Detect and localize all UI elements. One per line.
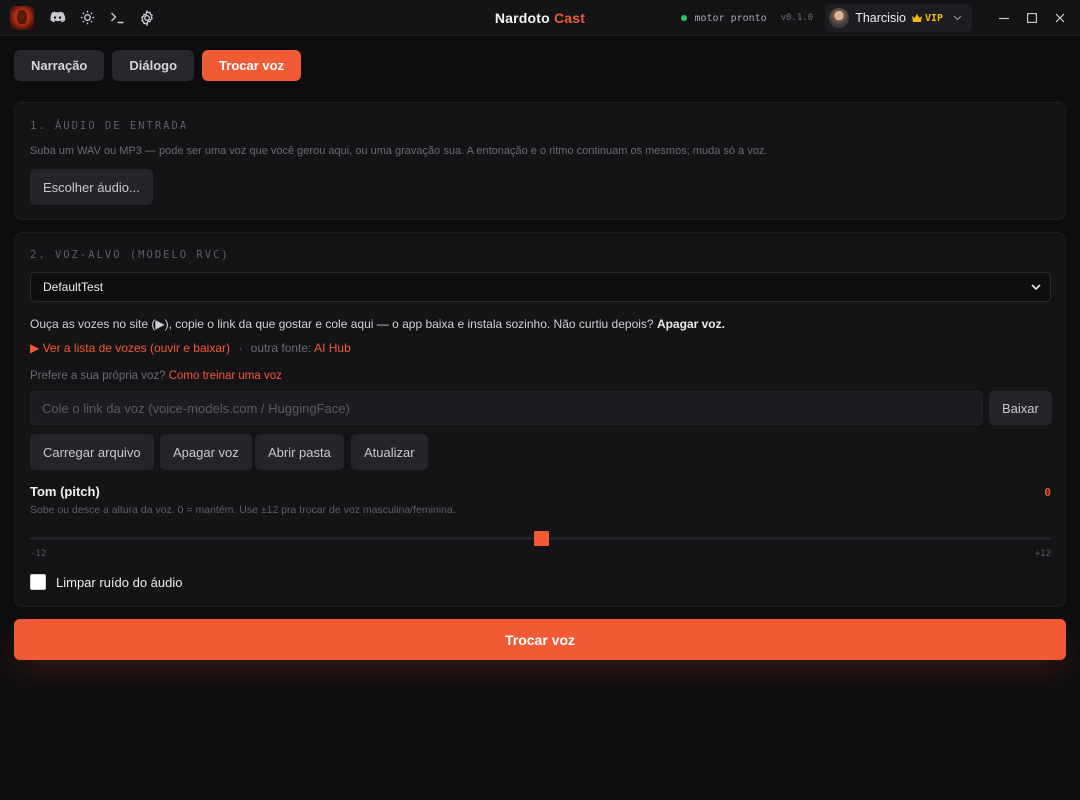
target-voice-card: 2. VOZ-ALVO (MODELO RVC) DefaultTest Ouç…	[14, 232, 1066, 607]
voice-model-selected: DefaultTest	[43, 280, 104, 294]
pitch-min-label: -12	[30, 549, 47, 559]
tab-trocar-voz[interactable]: Trocar voz	[202, 50, 302, 81]
engine-status-text: motor pronto	[694, 12, 767, 24]
pitch-hint: Sobe ou desce a altura da voz. 0 = manté…	[30, 504, 456, 516]
crown-icon	[911, 14, 922, 22]
open-folder-button[interactable]: Abrir pasta	[255, 434, 344, 470]
denoise-checkbox[interactable]	[30, 574, 46, 590]
user-name: Tharcisio	[855, 11, 906, 25]
delete-voice-button[interactable]: Apagar voz	[160, 434, 252, 470]
close-icon	[1055, 13, 1065, 23]
input-audio-description: Suba um WAV ou MP3 — pode ser uma voz qu…	[30, 145, 768, 157]
tab-narracao[interactable]: Narração	[14, 50, 105, 81]
chevron-down-icon	[1031, 284, 1041, 291]
voices-info-text: Ouça as vozes no site (▶), copie o link …	[30, 317, 654, 331]
link-separator: ·	[238, 341, 243, 355]
maximize-icon	[1027, 13, 1037, 23]
engine-status: motor pronto	[681, 12, 767, 24]
close-button[interactable]	[1046, 0, 1074, 36]
ai-hub-link[interactable]: AI Hub	[314, 341, 351, 355]
own-voice-text: Prefere a sua própria voz?	[30, 370, 166, 382]
load-file-button[interactable]: Carregar arquivo	[30, 434, 154, 470]
pitch-label: Tom (pitch)	[30, 484, 100, 499]
maximize-button[interactable]	[1018, 0, 1046, 36]
discord-icon[interactable]	[42, 3, 72, 33]
app-title-part2: Cast	[554, 10, 586, 26]
minimize-button[interactable]	[990, 0, 1018, 36]
chevron-down-icon	[953, 15, 962, 21]
denoise-option: Limpar ruído do áudio	[30, 574, 182, 590]
status-dot-icon	[681, 15, 688, 21]
version-label: v0.1.0	[780, 13, 814, 23]
mode-tabs: Narração Diálogo Trocar voz	[14, 50, 302, 81]
pitch-max-label: +12	[1034, 549, 1051, 559]
voices-list-link[interactable]: ▶ Ver a lista de vozes (ouvir e baixar)	[30, 341, 230, 355]
section-title-input-audio: 1. ÁUDIO DE ENTRADA	[30, 120, 189, 132]
input-audio-card: 1. ÁUDIO DE ENTRADA Suba um WAV ou MP3 —…	[14, 102, 1066, 220]
other-source-label: outra fonte:	[250, 341, 312, 355]
gear-icon[interactable]	[132, 3, 162, 33]
denoise-label: Limpar ruído do áudio	[56, 574, 183, 590]
voices-links-line: ▶ Ver a lista de vozes (ouvir e baixar) …	[30, 341, 351, 355]
pitch-slider-thumb[interactable]	[533, 531, 549, 546]
title-bar: Nardoto Cast motor pronto v0.1.0 Tharcis…	[0, 0, 1080, 36]
user-menu[interactable]: Tharcisio VIP	[825, 4, 972, 32]
voice-model-select[interactable]: DefaultTest	[30, 272, 1051, 302]
section-title-target-voice: 2. VOZ-ALVO (MODELO RVC)	[30, 249, 230, 261]
sun-icon[interactable]	[72, 3, 102, 33]
app-logo[interactable]	[10, 5, 34, 30]
refresh-button[interactable]: Atualizar	[351, 434, 428, 470]
minimize-icon	[999, 17, 1009, 20]
voice-url-input[interactable]	[30, 391, 983, 425]
delete-voice-hint: Apagar voz.	[656, 317, 725, 331]
pitch-value: 0	[1044, 486, 1051, 499]
terminal-icon[interactable]	[102, 3, 132, 33]
vip-label: VIP	[924, 12, 943, 24]
voices-info-line: Ouça as vozes no site (▶), copie o link …	[30, 317, 725, 331]
convert-voice-button[interactable]: Trocar voz	[14, 619, 1066, 660]
app-title-part1: Nardoto	[494, 10, 550, 26]
tab-dialogo[interactable]: Diálogo	[112, 50, 195, 81]
avatar	[829, 8, 850, 28]
vip-badge: VIP	[911, 12, 943, 24]
train-voice-line: Prefere a sua própria voz? Como treinar …	[30, 370, 282, 382]
download-button[interactable]: Baixar	[989, 391, 1052, 425]
pitch-slider[interactable]	[30, 531, 1051, 546]
choose-audio-button[interactable]: Escolher áudio...	[30, 169, 153, 205]
train-voice-link[interactable]: Como treinar uma voz	[169, 370, 282, 382]
